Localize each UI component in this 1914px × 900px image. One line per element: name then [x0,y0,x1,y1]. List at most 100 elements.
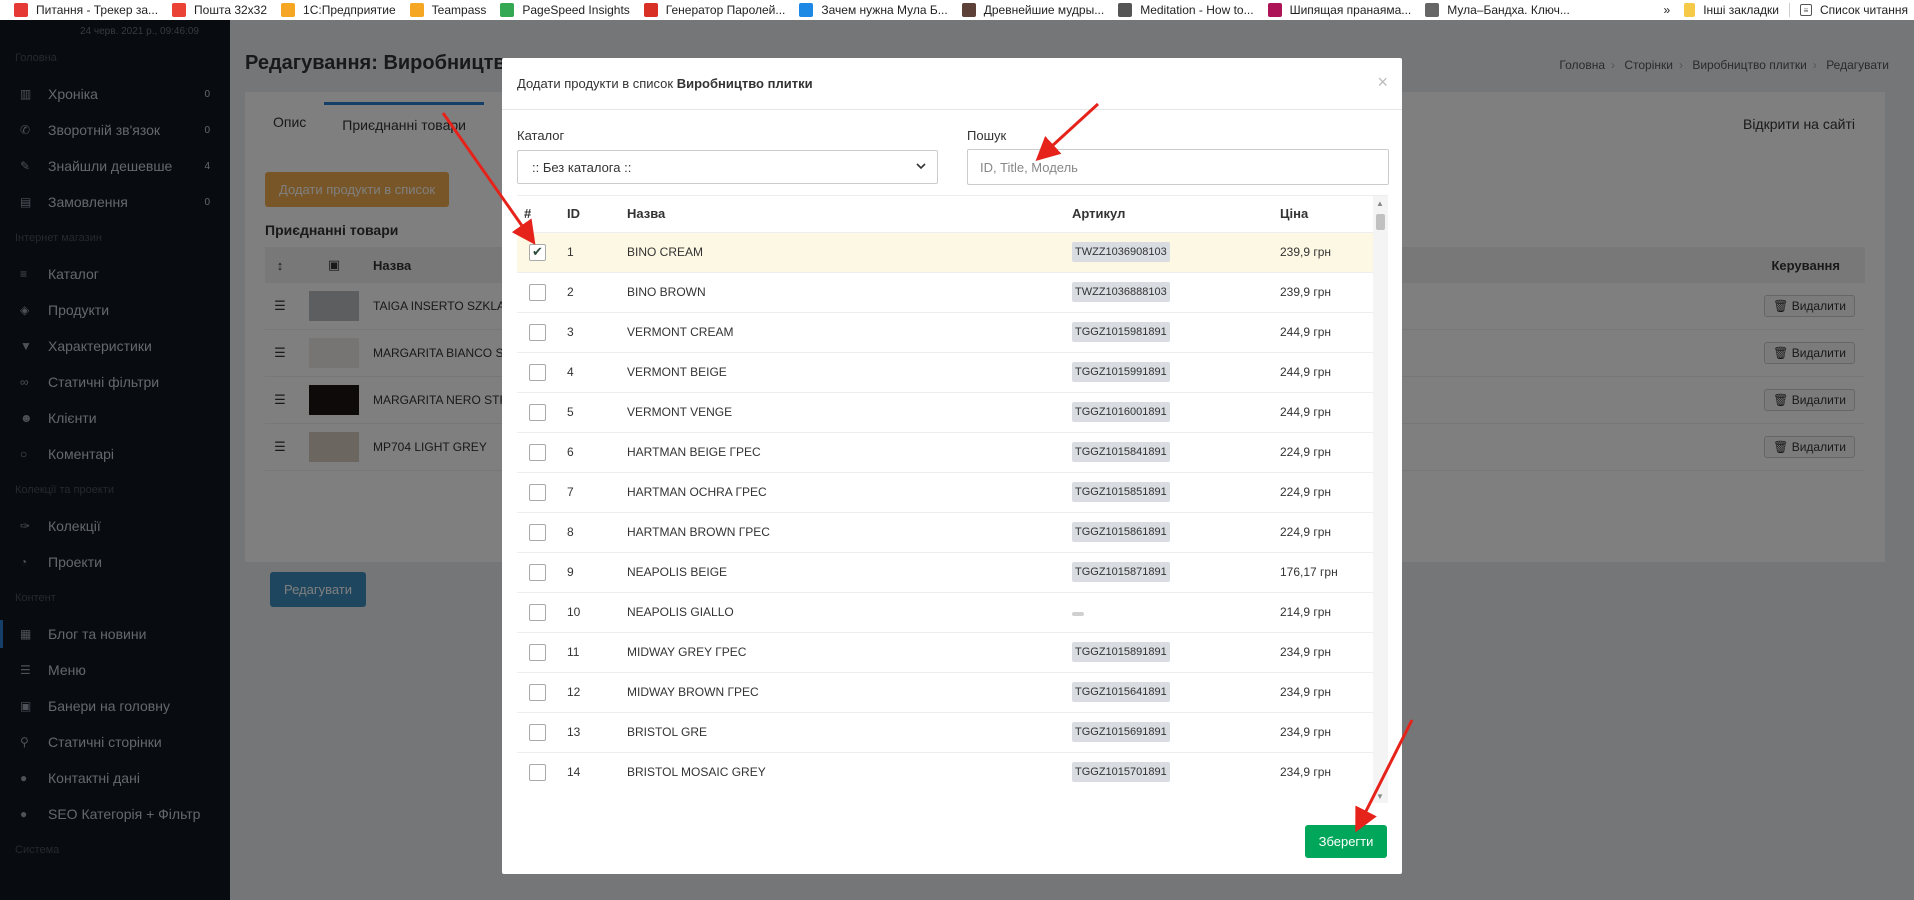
row-name: VERMONT BEIGE [627,351,1072,392]
table-row[interactable]: 8 HARTMAN BROWN ГРЕС TGGZ1015861891 224,9 г… [517,511,1373,552]
article-badge: TGGZ1015871891 [1072,562,1170,582]
table-row[interactable]: 7 HARTMAN OCHRA ГРЕС TGGZ1015851891 224,9 г… [517,471,1373,512]
article-badge: TWZZ1036908103 [1072,242,1170,262]
row-price: 214,9 грн [1280,591,1373,632]
row-price: 244,9 грн [1280,391,1373,432]
row-id: 8 [567,511,627,552]
row-name: MIDWAY GREY ГРЕС [627,631,1072,672]
article-badge: TGGZ1015701891 [1072,762,1170,783]
row-checkbox[interactable] [529,483,546,501]
flower-icon [1267,3,1282,17]
row-id: 14 [567,751,627,792]
row-id: 10 [567,591,627,632]
bookmark-item[interactable]: Шипящая пранаяма... [1267,3,1411,17]
table-row[interactable]: 3 VERMONT CREAM TGGZ1015981891 244,9 грн [517,311,1373,352]
row-price: 234,9 грн [1280,751,1373,792]
column-price: Ціна [1280,206,1309,222]
bookmark-item[interactable]: Meditation - How to... [1118,3,1254,17]
tracker-icon [14,3,28,17]
article-badge: TGGZ1015991891 [1072,362,1170,382]
column-id: ID [567,206,580,222]
article-badge: TGGZ1015851891 [1072,482,1170,502]
row-price: 244,9 грн [1280,351,1373,392]
scrollbar-thumb[interactable] [1376,214,1385,230]
table-row[interactable]: 2 BINO BROWN TWZZ1036888103 239,9 грн [517,271,1373,312]
row-checkbox[interactable] [529,723,546,741]
bookmark-item[interactable]: Зачем нужна Мула Б... [799,3,948,17]
row-name: BINO CREAM [627,231,1072,272]
row-checkbox[interactable] [529,643,546,661]
row-checkbox[interactable] [529,563,546,581]
other-bookmarks-folder[interactable]: Інші закладки [1684,3,1779,17]
table-row[interactable]: 14 BRISTOL MOSAIC GREY TGGZ1015701891 234,9… [517,751,1373,792]
row-name: VERMONT CREAM [627,311,1072,352]
table-row[interactable]: ✔ 1 BINO CREAM TWZZ1036908103 239,9 грн [517,231,1373,272]
row-checkbox[interactable] [529,683,546,701]
row-name: HARTMAN BEIGE ГРЕС [627,431,1072,472]
row-id: 11 [567,631,627,672]
article-badge: TGGZ1015841891 [1072,442,1170,462]
bookmark-item[interactable]: Древнейшие мудры... [961,3,1104,17]
meditation-icon [1118,3,1133,17]
row-id: 4 [567,351,627,392]
table-scrollbar[interactable]: ▲ ▼ [1373,196,1388,803]
row-id: 6 [567,431,627,472]
table-row[interactable]: 5 VERMONT VENGE TGGZ1016001891 244,9 грн [517,391,1373,432]
reading-list-button[interactable]: ≡ Список читання [1799,3,1908,17]
close-icon[interactable]: × [1377,72,1388,93]
scroll-up-icon[interactable]: ▲ [1376,199,1384,208]
products-table-wrapper[interactable]: # ID Назва Артикул Ціна ✔ 1 BINO CREAM TWZZ… [517,195,1388,803]
row-id: 12 [567,671,627,712]
row-checkbox[interactable] [529,323,546,341]
modal-title: Додати продукти в список Виробництво пли… [517,76,813,91]
bookmark-item[interactable]: Питання - Трекер за... [14,3,158,17]
save-button[interactable]: Зберегти [1305,825,1387,858]
table-row[interactable]: 11 MIDWAY GREY ГРЕС TGGZ1015891891 234,9 гр… [517,631,1373,672]
bookmarks-right: » Інші закладки ≡ Список читання [1663,0,1914,20]
row-checkbox[interactable] [529,403,546,421]
globe-icon [1425,3,1440,17]
bookmark-item[interactable]: 1С:Предприятие [281,3,396,17]
table-row[interactable]: 4 VERMONT BEIGE TGGZ1015991891 244,9 грн [517,351,1373,392]
table-row[interactable]: 6 HARTMAN BEIGE ГРЕС TGGZ1015841891 224,9 г… [517,431,1373,472]
search-input[interactable] [967,149,1389,185]
table-row[interactable]: 12 MIDWAY BROWN ГРЕС TGGZ1015641891 234,9 г… [517,671,1373,712]
row-name: HARTMAN BROWN ГРЕС [627,511,1072,552]
column-check: # [524,206,532,222]
catalog-select[interactable]: :: Без каталога :: [517,150,938,184]
bookmark-item[interactable]: Мула–Бандха. Ключ... [1425,3,1570,17]
row-price: 239,9 грн [1280,271,1373,312]
pagespeed-icon [500,3,515,17]
catalog-label: Каталог [517,128,565,143]
row-checkbox[interactable] [529,523,546,541]
row-checkbox[interactable] [529,763,546,781]
row-name: BINO BROWN [627,271,1072,312]
bookmarks-divider [1788,3,1790,17]
folder-icon [1684,3,1696,17]
article-badge: TGGZ1015691891 [1072,722,1170,742]
article-badge: TGGZ1015981891 [1072,322,1170,342]
row-id: 7 [567,471,627,512]
row-checkbox[interactable] [529,443,546,461]
row-name: NEAPOLIS BEIGE [627,551,1072,592]
bookmark-item[interactable]: PageSpeed Insights [500,3,630,17]
search-label: Пошук [967,128,1007,143]
row-name: NEAPOLIS GIALLO [627,591,1072,632]
row-checkbox[interactable] [529,603,546,621]
row-checkbox[interactable]: ✔ [529,243,546,261]
table-row[interactable]: 13 BRISTOL GRE TGGZ1015691891 234,9 грн [517,711,1373,752]
table-row[interactable]: 9 NEAPOLIS BEIGE TGGZ1015871891 176,17 грн [517,551,1373,592]
more-bookmarks-button[interactable]: » [1664,3,1671,17]
row-id: 5 [567,391,627,432]
article-badge-empty [1072,612,1084,616]
bookmark-item[interactable]: Генератор Паролей... [643,3,785,17]
row-checkbox[interactable] [529,283,546,301]
bookmark-item[interactable]: Teampass [409,3,486,17]
bookmark-item[interactable]: Пошта 32x32 [172,3,267,17]
row-checkbox[interactable] [529,363,546,381]
article-badge: TGGZ1016001891 [1072,402,1170,422]
table-row[interactable]: 10 NEAPOLIS GIALLO 214,9 грн [517,591,1373,632]
reading-list-icon: ≡ [1799,4,1812,16]
scroll-down-icon[interactable]: ▼ [1376,792,1384,801]
bookmarks-list: Питання - Трекер за... Пошта 32x32 1С:Пред… [0,3,1570,17]
